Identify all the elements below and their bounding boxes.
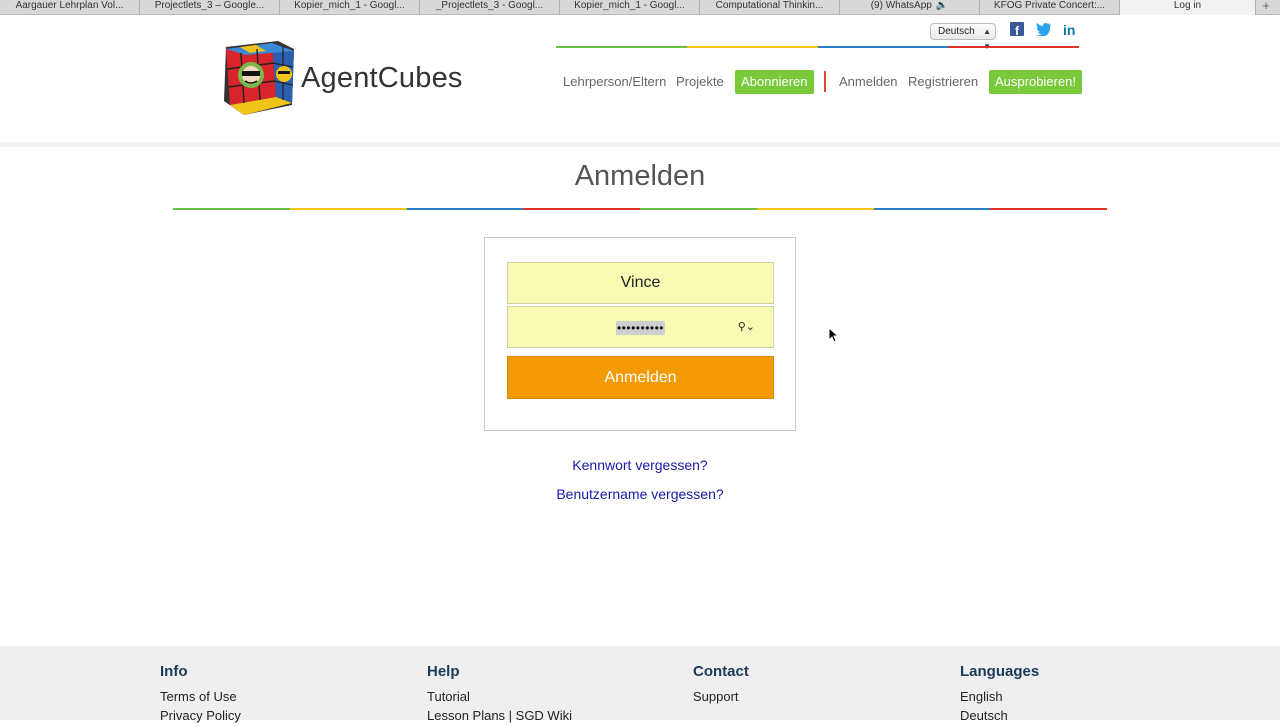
browser-tab[interactable]: Kopier_mich_1 - Googl... bbox=[560, 0, 700, 15]
footer-info-column: Info Terms of Use Privacy Policy bbox=[160, 663, 241, 727]
password-field[interactable]: •••••••••• ⚲⌄ bbox=[507, 306, 774, 348]
try-it-button[interactable]: Ausprobieren! bbox=[989, 70, 1082, 94]
nav-teachers-parents[interactable]: Lehrperson/Eltern bbox=[563, 70, 666, 94]
footer-contact-column: Contact Support bbox=[693, 663, 749, 708]
subscribe-button[interactable]: Abonnieren bbox=[735, 70, 814, 94]
language-select[interactable]: Deutsch ▲▼ bbox=[930, 23, 996, 51]
footer-heading: Languages bbox=[960, 663, 1040, 680]
nav-projects[interactable]: Projekte bbox=[676, 70, 724, 94]
mouse-cursor-icon bbox=[828, 327, 840, 343]
forgot-username-link[interactable]: Benutzername vergessen? bbox=[556, 486, 723, 502]
speaker-icon[interactable]: 🔈 bbox=[936, 0, 948, 11]
site-footer: Info Terms of Use Privacy Policy Help Tu… bbox=[0, 646, 1280, 723]
nav-register[interactable]: Registrieren bbox=[908, 70, 978, 94]
footer-link-privacy[interactable]: Privacy Policy bbox=[160, 708, 241, 723]
header-shadow bbox=[0, 142, 1280, 147]
nav-login[interactable]: Anmelden bbox=[839, 70, 898, 94]
browser-tab[interactable]: Computational Thinkin... bbox=[700, 0, 840, 15]
password-value: •••••••••• bbox=[615, 320, 665, 335]
twitter-icon[interactable] bbox=[1036, 22, 1052, 39]
browser-tab[interactable]: Kopier_mich_1 - Googl... bbox=[280, 0, 420, 15]
login-submit-button[interactable]: Anmelden bbox=[507, 356, 774, 399]
new-tab-button[interactable]: + bbox=[1256, 0, 1276, 14]
linkedin-icon[interactable]: in bbox=[1063, 22, 1075, 38]
footer-languages-column: Languages English Deutsch bbox=[960, 663, 1039, 727]
main-nav: Lehrperson/Eltern Projekte Abonnieren An… bbox=[0, 70, 1280, 94]
footer-link-tutorial[interactable]: Tutorial bbox=[427, 689, 572, 704]
key-icon[interactable]: ⚲⌄ bbox=[738, 307, 755, 347]
footer-link-terms[interactable]: Terms of Use bbox=[160, 689, 241, 704]
forgot-password-link[interactable]: Kennwort vergessen? bbox=[572, 457, 707, 473]
site-header: AgentCubes Deutsch ▲▼ f in Lehrperson/El… bbox=[0, 15, 1280, 142]
username-field[interactable]: Vince bbox=[507, 262, 774, 304]
footer-heading: Contact bbox=[693, 663, 749, 680]
browser-tab[interactable]: KFOG Private Concert:... bbox=[980, 0, 1120, 15]
header-color-line bbox=[556, 46, 1079, 48]
footer-help-column: Help Tutorial Lesson Plans | SGD Wiki bbox=[427, 663, 572, 727]
browser-tab-label: (9) WhatsApp bbox=[870, 0, 932, 11]
footer-link-english[interactable]: English bbox=[960, 689, 1039, 704]
select-arrows-icon: ▲▼ bbox=[983, 27, 991, 51]
facebook-icon[interactable]: f bbox=[1010, 22, 1024, 39]
browser-tab[interactable]: Aargauer Lehrplan Vol... bbox=[0, 0, 140, 15]
page-title: Anmelden bbox=[574, 160, 706, 192]
footer-link-deutsch[interactable]: Deutsch bbox=[960, 708, 1039, 723]
footer-link-support[interactable]: Support bbox=[693, 689, 749, 704]
browser-tab[interactable]: (9) WhatsApp 🔈 bbox=[840, 0, 980, 15]
nav-divider bbox=[824, 71, 826, 92]
forgot-username-link-row: Benutzername vergessen? bbox=[0, 486, 1280, 502]
footer-link-lesson-plans[interactable]: Lesson Plans | SGD Wiki bbox=[427, 708, 572, 723]
login-form: Vince •••••••••• ⚲⌄ Anmelden bbox=[484, 237, 796, 431]
browser-tab[interactable]: _Projectlets_3 - Googl... bbox=[420, 0, 560, 15]
browser-tab-bar: Aargauer Lehrplan Vol... Projectlets_3 –… bbox=[0, 0, 1280, 15]
title-color-line bbox=[173, 208, 1107, 210]
footer-heading: Help bbox=[427, 663, 460, 680]
browser-tab-active[interactable]: Log in bbox=[1120, 0, 1256, 15]
footer-heading: Info bbox=[160, 663, 188, 680]
browser-tab[interactable]: Projectlets_3 – Google... bbox=[140, 0, 280, 15]
language-select-value: Deutsch bbox=[938, 26, 975, 37]
forgot-password-link-row: Kennwort vergessen? bbox=[0, 457, 1280, 473]
